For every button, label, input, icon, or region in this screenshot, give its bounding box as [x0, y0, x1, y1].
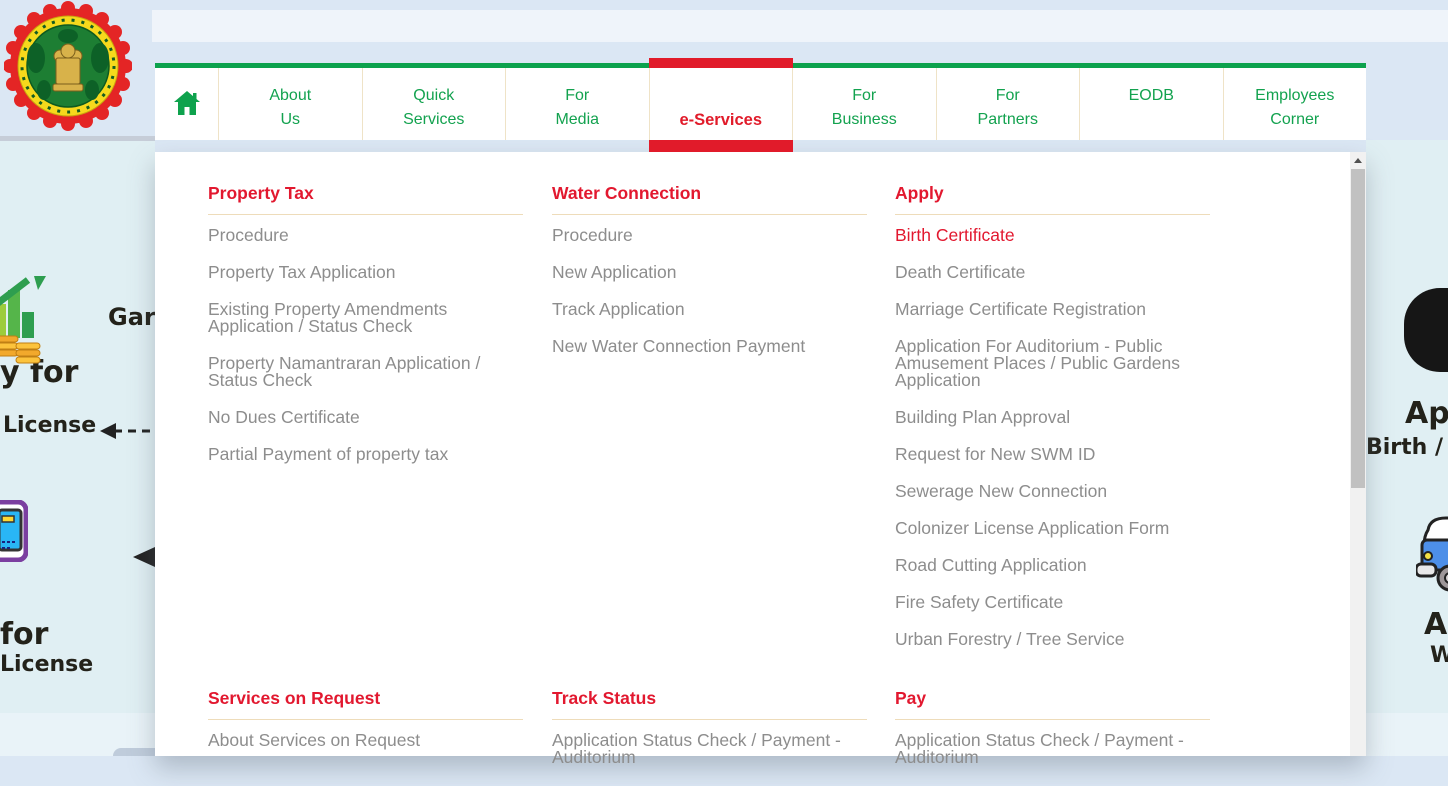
bar-chart-coins-icon	[0, 276, 46, 368]
menu-item[interactable]: Marriage Certificate Registration	[895, 301, 1210, 318]
bg-birth-death-fragment: Birth / D	[1366, 435, 1448, 460]
menu-section-title: Services on Request	[208, 688, 523, 720]
menu-item[interactable]: Sewerage New Connection	[895, 483, 1210, 500]
bottom-right-strip	[1366, 713, 1448, 756]
menu-item[interactable]: Existing Property Amendments Application…	[208, 301, 523, 335]
menu-item[interactable]: Request for New SWM ID	[895, 446, 1210, 463]
menu-item[interactable]: Building Plan Approval	[895, 409, 1210, 426]
menu-item[interactable]: No Dues Certificate	[208, 409, 523, 426]
tab-for-business[interactable]: For Business	[792, 68, 936, 140]
menu-section-title: Water Connection	[552, 183, 867, 215]
tab-home[interactable]	[155, 68, 218, 140]
menu-item[interactable]: About Services on Request	[208, 732, 523, 749]
home-icon	[173, 90, 201, 116]
dashed-arrow-left-icon	[100, 420, 158, 442]
menu-section-title: Track Status	[552, 688, 867, 720]
bottom-widget-corner	[113, 748, 155, 756]
menu-section-title: Apply	[895, 183, 1210, 215]
tab-e-services[interactable]: e-Services	[649, 68, 793, 140]
menu-column-pay: Pay Application Status Check / Payment -…	[895, 688, 1210, 786]
menu-column-track-status: Track Status Application Status Check / …	[552, 688, 867, 786]
tab-employees-corner[interactable]: Employees Corner	[1223, 68, 1367, 140]
bg-w-fragment: W	[1430, 643, 1448, 668]
tab-about-us[interactable]: About Us	[218, 68, 362, 140]
menu-column-services-on-request: Services on Request About Services on Re…	[208, 688, 523, 769]
tab-quick-services[interactable]: Quick Services	[362, 68, 506, 140]
scrollbar-thumb[interactable]	[1351, 169, 1365, 488]
menu-item[interactable]: Colonizer License Application Form	[895, 520, 1210, 537]
menu-item[interactable]: Urban Forestry / Tree Service	[895, 631, 1210, 648]
top-white-strip	[152, 10, 1448, 42]
menu-item[interactable]: New Water Connection Payment	[552, 338, 867, 355]
menu-section-title: Property Tax	[208, 183, 523, 215]
menu-item[interactable]: Death Certificate	[895, 264, 1210, 281]
menu-item[interactable]: Partial Payment of property tax	[208, 446, 523, 463]
menu-column-property-tax: Property Tax Procedure Property Tax Appl…	[208, 183, 523, 483]
menu-item[interactable]: New Application	[552, 264, 867, 281]
menu-item[interactable]: Application For Auditorium - Public Amus…	[895, 338, 1210, 389]
header-shadow	[0, 136, 155, 141]
menu-scrollbar[interactable]	[1350, 152, 1366, 756]
tab-for-partners[interactable]: For Partners	[936, 68, 1080, 140]
bg-license-label: License	[3, 413, 96, 438]
bg-apply-fragment-right: Ap	[1405, 396, 1448, 431]
scroll-up-icon	[1354, 158, 1362, 163]
bg-a-fragment: A	[1424, 607, 1447, 642]
menu-column-apply: Apply Birth Certificate Death Certificat…	[895, 183, 1210, 668]
main-navigation: About Us Quick Services For Media e-Serv…	[155, 63, 1366, 140]
menu-item[interactable]: Application Status Check / Payment - Aud…	[552, 732, 867, 766]
scrollbar-up-button[interactable]	[1350, 152, 1366, 169]
menu-item[interactable]: Application Status Check / Payment - Aud…	[895, 732, 1210, 766]
menu-section-title: Pay	[895, 688, 1210, 720]
menu-item[interactable]: Track Application	[552, 301, 867, 318]
bg-license-label-2: License	[0, 652, 93, 677]
menu-item-birth-certificate[interactable]: Birth Certificate	[895, 227, 1210, 244]
menu-item[interactable]: Road Cutting Application	[895, 557, 1210, 574]
mp-government-logo[interactable]	[4, 0, 132, 134]
menu-column-water-connection: Water Connection Procedure New Applicati…	[552, 183, 867, 375]
bg-for-fragment: for	[0, 617, 48, 652]
garbage-truck-icon	[1416, 512, 1448, 600]
menu-item[interactable]: Procedure	[552, 227, 867, 244]
menu-item[interactable]: Procedure	[208, 227, 523, 244]
menu-item[interactable]: Property Tax Application	[208, 264, 523, 281]
license-certificate-icon	[0, 500, 28, 562]
tab-eodb[interactable]: EODB	[1079, 68, 1223, 140]
menu-item[interactable]: Fire Safety Certificate	[895, 594, 1210, 611]
tab-for-media[interactable]: For Media	[505, 68, 649, 140]
menu-item[interactable]: Property Namantraran Application / Statu…	[208, 355, 523, 389]
eservices-mega-menu: Property Tax Procedure Property Tax Appl…	[155, 152, 1366, 756]
